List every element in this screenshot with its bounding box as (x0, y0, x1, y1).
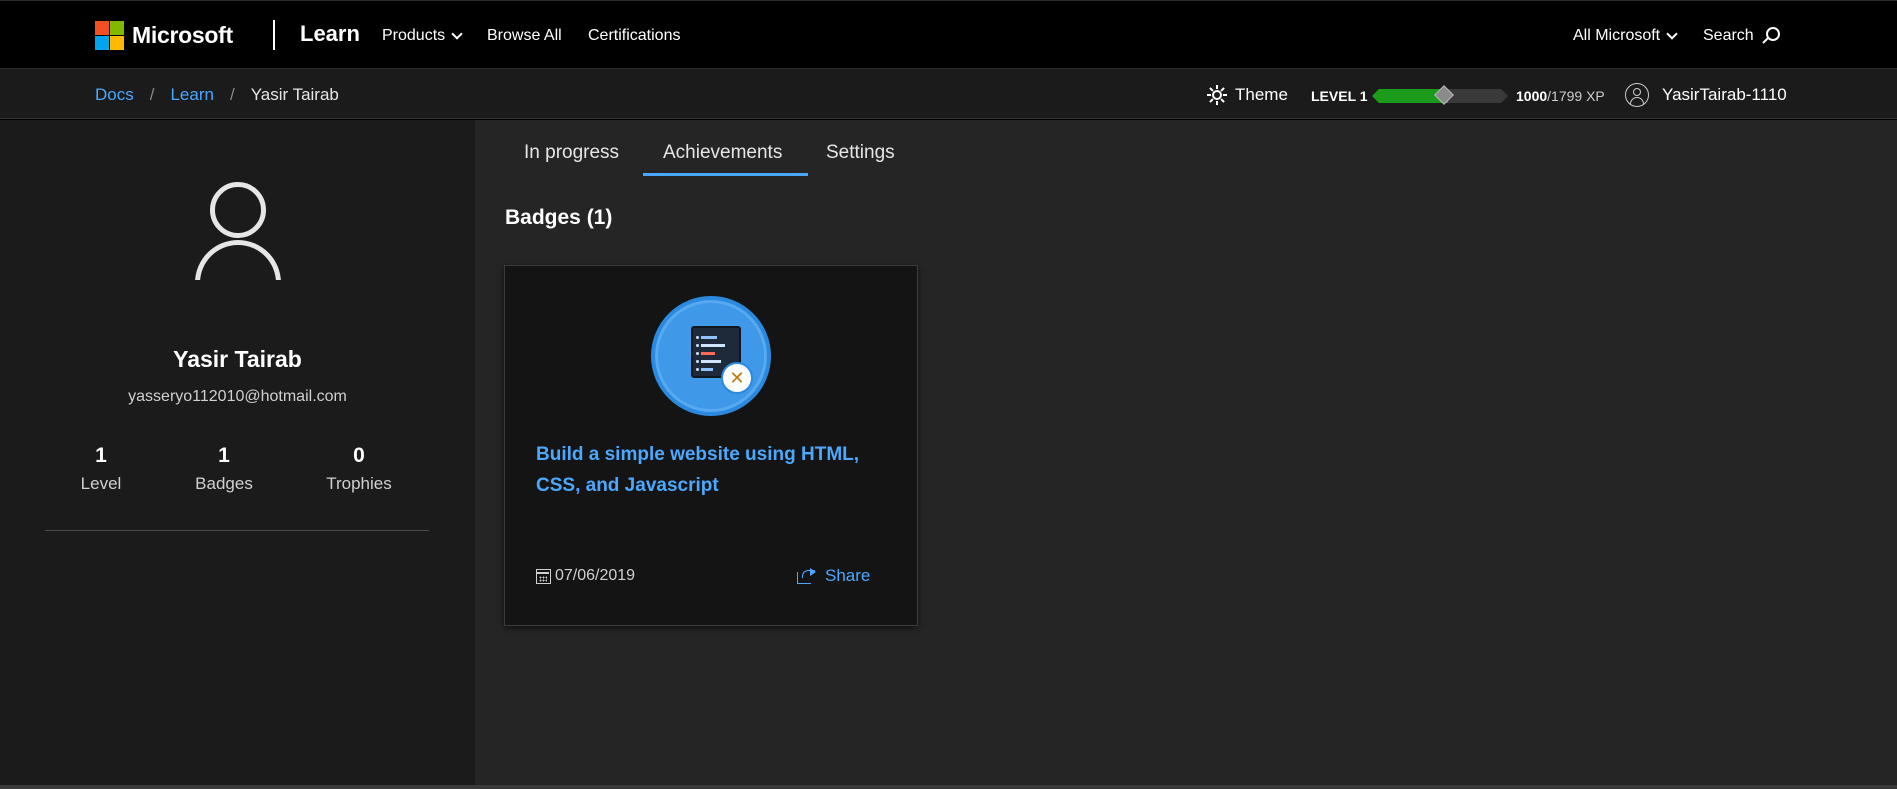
tab-in-progress[interactable]: In progress (524, 142, 619, 164)
profile-panel: Yasir Tairab yasseryo112010@hotmail.com … (0, 120, 475, 785)
learn-home-link[interactable]: Learn (300, 21, 360, 47)
profile-email: yasseryo112010@hotmail.com (128, 388, 347, 405)
breadcrumb: Docs / Learn / Yasir Tairab (95, 85, 339, 105)
profile-divider (45, 530, 429, 531)
microsoft-logo[interactable]: Microsoft (95, 21, 233, 50)
nav-products[interactable]: Products (382, 27, 463, 45)
code-editor-tools-icon: ✕ (651, 296, 771, 416)
nav-certifications-label: Certifications (588, 27, 681, 44)
profile-avatar-icon (193, 182, 283, 300)
tools-icon: ✕ (721, 362, 753, 394)
search-label: Search (1703, 27, 1754, 44)
sun-icon (1207, 85, 1227, 105)
calendar-icon (536, 568, 551, 584)
main-content: In progress Achievements Settings Badges… (475, 120, 1897, 785)
stat-value: 1 (218, 444, 230, 467)
nav-browse-all-label: Browse All (487, 27, 562, 44)
stat-label: Trophies (326, 474, 392, 493)
nav-browse-all[interactable]: Browse All (487, 27, 562, 45)
learn-subheader: Docs / Learn / Yasir Tairab Theme LEVEL … (0, 69, 1897, 119)
stat-label: Level (80, 474, 122, 493)
level-label: LEVEL 1 (1311, 88, 1368, 104)
badge-date-value: 07/06/2019 (555, 567, 636, 584)
bottom-edge (0, 785, 1897, 789)
breadcrumb-learn[interactable]: Learn (170, 85, 213, 105)
stat-trophies: 0 Trophies (304, 444, 414, 494)
stat-label: Badges (195, 474, 253, 493)
theme-button[interactable]: Theme (1207, 85, 1288, 105)
xp-total: /1799 XP (1547, 88, 1605, 104)
all-microsoft-label: All Microsoft (1573, 27, 1661, 44)
badge-title-link[interactable]: Build a simple website using HTML, CSS, … (536, 439, 886, 501)
user-menu[interactable]: YasirTairab-1110 (1625, 83, 1787, 107)
stat-value: 1 (95, 444, 107, 467)
search-icon (1761, 27, 1780, 45)
share-button[interactable]: Share (797, 566, 870, 586)
stat-value: 0 (353, 444, 365, 467)
nav-products-label: Products (382, 27, 446, 44)
badge-date: 07/06/2019 (536, 567, 635, 585)
microsoft-logo-icon (95, 21, 124, 50)
xp-readout: 1000/1799 XP (1516, 88, 1605, 104)
user-avatar-icon (1625, 83, 1649, 107)
username-label: YasirTairab-1110 (1662, 85, 1787, 104)
top-header: Microsoft Learn Products Browse All Cert… (0, 0, 1897, 69)
profile-name: Yasir Tairab (173, 346, 302, 372)
share-icon (797, 567, 817, 585)
chevron-down-icon (451, 27, 463, 40)
active-tab-indicator (643, 173, 808, 176)
tab-settings[interactable]: Settings (826, 142, 895, 164)
stat-level: 1 Level (46, 444, 156, 494)
breadcrumb-current: Yasir Tairab (250, 85, 339, 104)
breadcrumb-separator: / (229, 85, 235, 104)
badge-card: ✕ Build a simple website using HTML, CSS… (504, 265, 918, 626)
theme-label: Theme (1235, 85, 1288, 104)
share-label: Share (825, 566, 871, 585)
tab-achievements[interactable]: Achievements (663, 142, 782, 164)
breadcrumb-docs[interactable]: Docs (95, 85, 134, 105)
all-microsoft-menu[interactable]: All Microsoft (1573, 27, 1678, 45)
nav-certifications[interactable]: Certifications (588, 27, 680, 45)
logo-divider (273, 20, 275, 50)
chevron-down-icon (1666, 27, 1678, 40)
badges-section-title: Badges (1) (505, 206, 613, 229)
xp-current: 1000 (1516, 88, 1548, 104)
breadcrumb-separator: / (149, 85, 155, 104)
search-button[interactable]: Search (1703, 27, 1780, 45)
microsoft-wordmark: Microsoft (132, 22, 233, 48)
stat-badges: 1 Badges (169, 444, 279, 494)
